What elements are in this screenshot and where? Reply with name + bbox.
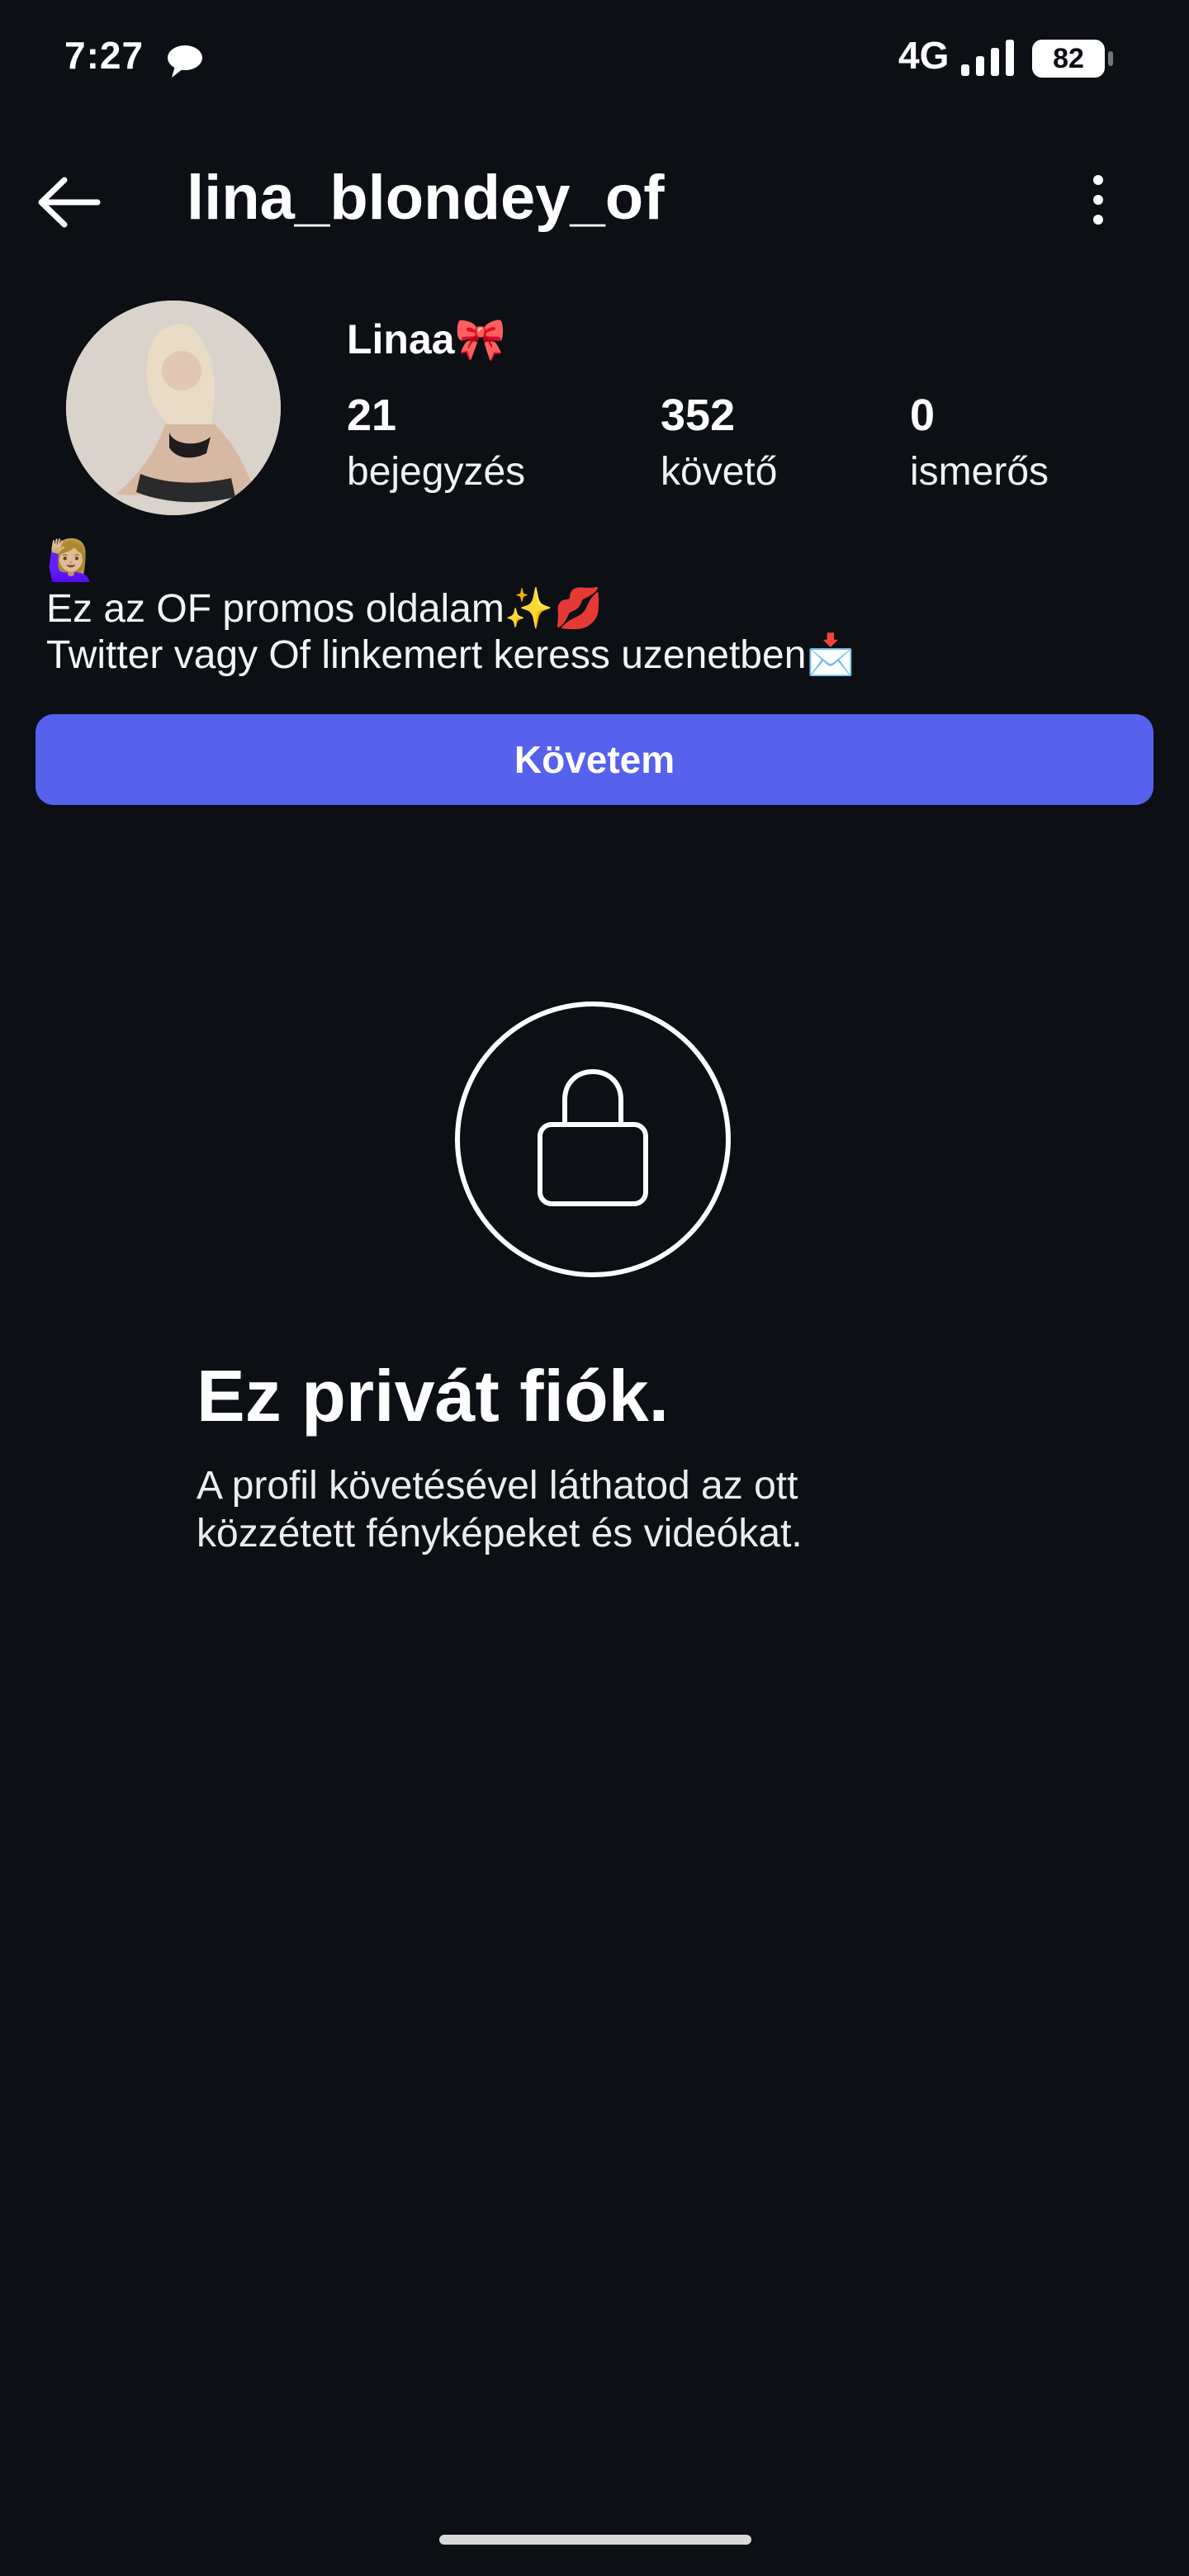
private-account-description: A profil követésével láthatod az ott (197, 1464, 798, 1508)
profile-username: lina_blondey_of (187, 163, 665, 233)
posts-count[interactable]: 21 (347, 390, 396, 441)
follow-button[interactable]: Követem (36, 714, 1153, 805)
display-name: Linaa🎀 (347, 316, 506, 362)
battery-level: 82 (1032, 40, 1105, 78)
network-type: 4G (898, 34, 950, 77)
lock-icon (455, 1002, 731, 1277)
status-time: 7:27 (64, 34, 144, 77)
posts-label[interactable]: bejegyzés (347, 449, 525, 495)
avatar-photo (66, 301, 281, 515)
home-indicator[interactable] (439, 2535, 751, 2545)
followers-count[interactable]: 352 (661, 390, 735, 441)
battery-icon: 82 (1032, 40, 1113, 78)
following-label[interactable]: ismerős (910, 449, 1049, 495)
back-arrow-icon[interactable] (33, 165, 107, 239)
followers-label[interactable]: követő (661, 449, 777, 495)
avatar[interactable] (66, 301, 281, 515)
following-count[interactable]: 0 (910, 390, 935, 441)
private-account-title: Ez privát fiók. (197, 1355, 670, 1437)
chat-bubble-icon (168, 45, 202, 78)
bio-line: 🙋🏼‍♀️ (46, 539, 96, 583)
bio-line: Ez az OF promos oldalam✨💋 (46, 587, 604, 631)
bio-line: Twitter vagy Of linkemert keress uzenetb… (46, 633, 856, 677)
signal-icon (961, 40, 1014, 76)
more-vertical-icon[interactable] (1073, 165, 1123, 239)
battery-tip (1108, 51, 1113, 66)
private-account-description: közzétett fényképeket és videókat. (197, 1512, 803, 1556)
